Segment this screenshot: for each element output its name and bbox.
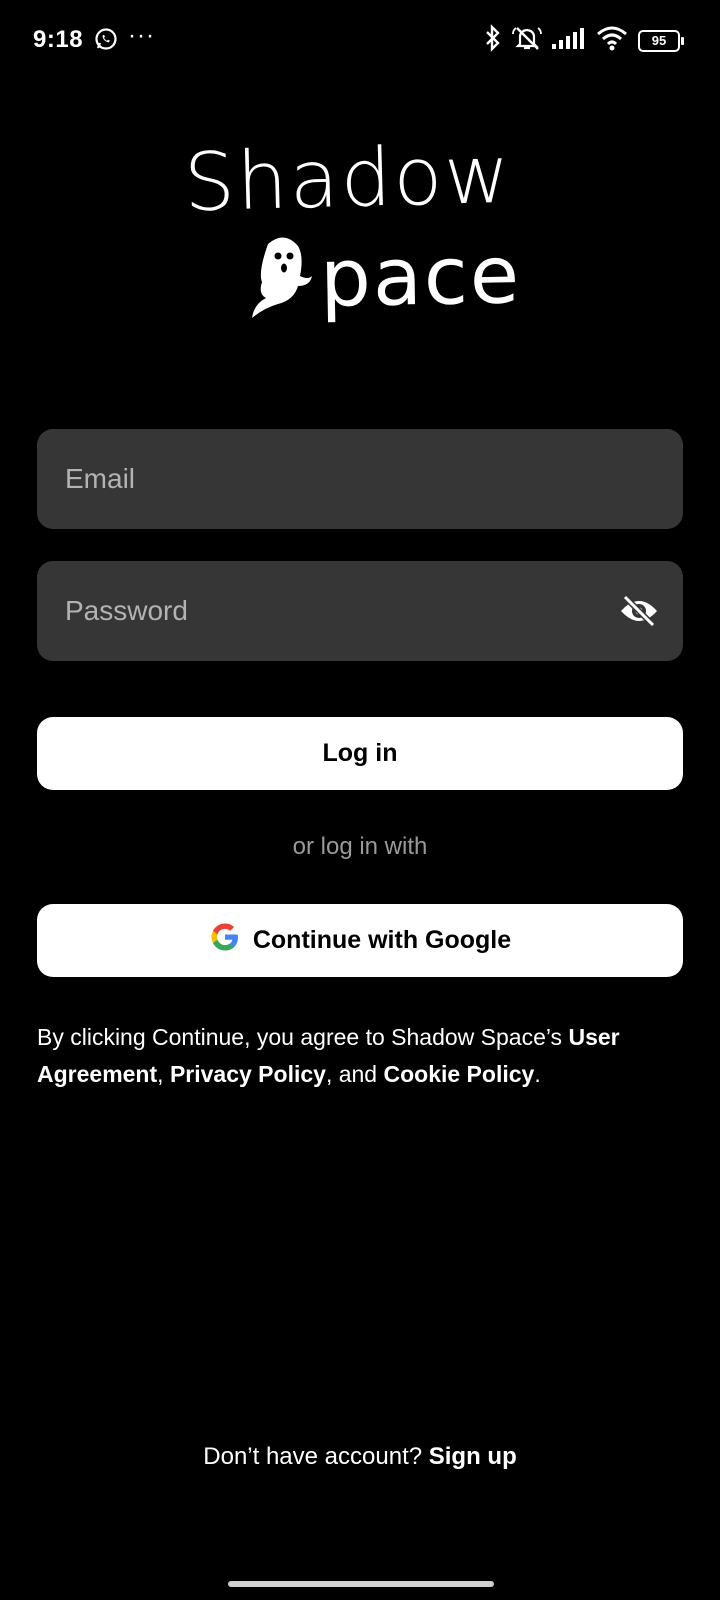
signup-link[interactable]: Sign up [429,1443,517,1470]
ghost-icon [248,234,318,329]
logo-text-line2: pace [319,228,522,325]
bell-muted-icon [512,24,542,57]
signup-question: Don’t have account? [203,1443,429,1470]
bluetooth-icon [484,24,502,57]
password-input[interactable] [37,561,683,661]
logo-text-line1: Shadow [182,127,513,230]
terms-separator-2: , and [325,1061,384,1087]
divider-text: or log in with [292,833,428,860]
terms-text: By clicking Continue, you agree to Shado… [37,1019,677,1093]
password-field-container [37,561,683,661]
terms-separator-1: , [157,1061,170,1087]
terms-suffix: . [534,1061,541,1087]
whatsapp-icon [94,27,118,56]
terms-prefix: By clicking Continue, you agree to Shado… [37,1024,569,1050]
email-input[interactable] [37,429,683,529]
status-bar: 9:18 ··· 95 [0,0,720,84]
google-icon [209,921,241,960]
login-button-label: Log in [322,739,398,767]
login-button[interactable]: Log in [37,717,683,790]
cookie-policy-link[interactable]: Cookie Policy [383,1061,534,1087]
email-field-container [37,429,683,529]
eye-off-icon[interactable] [619,594,659,632]
battery-indicator: 95 [638,29,684,52]
wifi-icon [596,25,628,56]
status-icons: 95 [484,24,684,57]
privacy-policy-link[interactable]: Privacy Policy [170,1061,326,1087]
signal-icon [552,27,586,54]
app-logo: Shadow pace [170,127,550,330]
more-notifications-icon: ··· [128,22,155,49]
signup-prompt: Don’t have account? Sign up [0,1443,720,1471]
status-time: 9:18 [33,26,84,53]
home-indicator[interactable] [228,1581,494,1587]
google-button-label: Continue with Google [252,926,512,954]
google-login-button[interactable]: Continue with Google [37,904,683,977]
